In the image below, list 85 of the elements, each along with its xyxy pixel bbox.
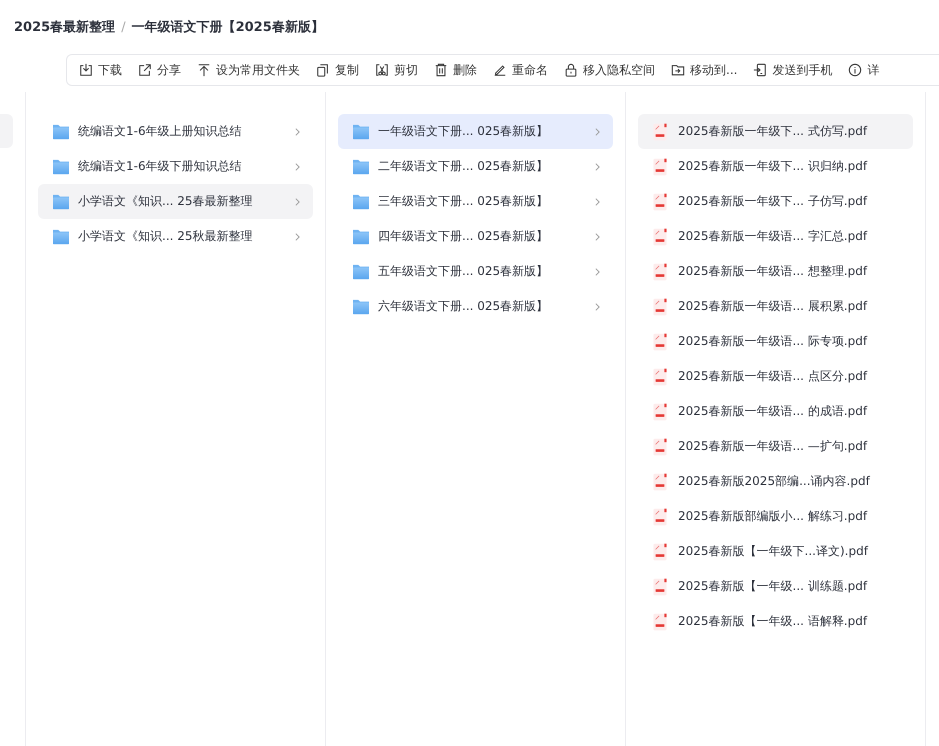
- toolbar-button[interactable]: 删除: [428, 56, 483, 84]
- file-item[interactable]: 2025春新版一年级下... 式仿写.pdf: [638, 114, 913, 149]
- lock-icon: [564, 63, 578, 77]
- cut-icon: [375, 63, 389, 77]
- file-item[interactable]: 2025春新版【一年级下...译文).pdf: [638, 534, 913, 569]
- file-item[interactable]: 2025春新版【一年级... 训练题.pdf: [638, 569, 913, 604]
- folder-item[interactable]: 统编语文1-6年级上册知识总结: [38, 114, 313, 149]
- chevron-right-icon: [594, 162, 601, 172]
- file-item[interactable]: 2025春新版一年级语... 际专项.pdf: [638, 324, 913, 359]
- chevron-right-icon: [594, 196, 601, 206]
- folder-item[interactable]: 小学语文《知识... 25春最新整理: [38, 184, 313, 219]
- folder-item[interactable]: 一年级语文下册... 025春新版】: [338, 114, 613, 149]
- chevron-right-icon: [594, 302, 601, 312]
- folder-icon: [52, 194, 70, 210]
- chevron-right-icon: [294, 232, 301, 242]
- breadcrumb-separator: /: [121, 20, 126, 34]
- pdf-file-icon: [653, 402, 667, 420]
- folder-item[interactable]: 六年级语文下册... 025春新版】: [338, 289, 613, 324]
- pdf-file-icon: [653, 332, 667, 350]
- chevron-right-icon: [294, 162, 301, 172]
- folder-icon: [352, 124, 370, 140]
- toolbar-button[interactable]: 设为常用文件夹: [191, 56, 306, 84]
- folder-icon: [52, 158, 70, 174]
- pdf-file-icon: [653, 368, 667, 386]
- info-icon: [848, 63, 862, 77]
- pdf-file-icon: [653, 228, 667, 246]
- send-icon: [753, 63, 768, 77]
- file-item[interactable]: 2025春新版一年级语... 字汇总.pdf: [638, 219, 913, 254]
- pdf-file-icon: [653, 578, 667, 596]
- folder-icon: [52, 124, 70, 140]
- pdf-file-icon: [653, 472, 667, 490]
- toolbar-button[interactable]: 移入隐私空间: [558, 56, 661, 84]
- chevron-right-icon: [294, 126, 301, 136]
- rename-icon: [493, 63, 507, 77]
- folder-item[interactable]: 三年级语文下册... 025春新版】: [338, 184, 613, 219]
- chevron-right-icon: [594, 266, 601, 276]
- folder-icon: [352, 194, 370, 210]
- toolbar-button[interactable]: 剪切: [369, 56, 424, 84]
- toolbar-button[interactable]: 发送到手机: [747, 56, 838, 84]
- move-icon: [671, 63, 685, 77]
- file-item[interactable]: 2025春新版一年级语... —扩句.pdf: [638, 429, 913, 464]
- breadcrumb-item[interactable]: 2025春最新整理: [14, 18, 116, 36]
- copy-icon: [316, 63, 330, 77]
- toolbar-button[interactable]: 重命名: [487, 56, 554, 84]
- file-item[interactable]: 2025春新版部编版小... 解练习.pdf: [638, 499, 913, 534]
- file-item[interactable]: 2025春新版2025部编...诵内容.pdf: [638, 464, 913, 499]
- chevron-right-icon: [294, 196, 301, 206]
- pdf-file-icon: [653, 508, 667, 526]
- breadcrumb-item[interactable]: 一年级语文下册【2025春新版】: [132, 18, 324, 36]
- pdf-file-icon: [653, 298, 667, 316]
- folder-item[interactable]: 五年级语文下册... 025春新版】: [338, 254, 613, 289]
- folder-icon: [352, 298, 370, 314]
- file-item[interactable]: 2025春新版一年级下... 识归纳.pdf: [638, 149, 913, 184]
- chevron-right-icon: [594, 126, 601, 136]
- file-item[interactable]: 2025春新版一年级下... 子仿写.pdf: [638, 184, 913, 219]
- toolbar-button[interactable]: 移动到...: [665, 56, 744, 84]
- folder-icon: [352, 158, 370, 174]
- toolbar-button[interactable]: 下载: [73, 56, 128, 84]
- delete-icon: [434, 63, 448, 77]
- file-item[interactable]: 2025春新版一年级语... 展积累.pdf: [638, 289, 913, 324]
- pin-icon: [197, 63, 211, 77]
- toolbar-button[interactable]: 分享: [132, 56, 187, 84]
- file-item[interactable]: 2025春新版【一年级... 语解释.pdf: [638, 604, 913, 639]
- pdf-file-icon: [653, 122, 667, 140]
- file-item[interactable]: 2025春新版一年级语... 点区分.pdf: [638, 359, 913, 394]
- file-item[interactable]: 2025春新版一年级语... 想整理.pdf: [638, 254, 913, 289]
- pdf-file-icon: [653, 438, 667, 456]
- pdf-file-icon: [653, 262, 667, 280]
- folder-icon: [52, 228, 70, 244]
- pdf-file-icon: [653, 192, 667, 210]
- folder-item[interactable]: 四年级语文下册... 025春新版】: [338, 219, 613, 254]
- pdf-file-icon: [653, 542, 667, 560]
- pdf-file-icon: [653, 158, 667, 176]
- toolbar-button[interactable]: 详: [842, 56, 886, 84]
- chevron-right-icon: [594, 232, 601, 242]
- folder-icon: [352, 264, 370, 280]
- file-item[interactable]: 2025春新版一年级语... 的成语.pdf: [638, 394, 913, 429]
- share-icon: [138, 63, 152, 77]
- download-icon: [79, 63, 93, 77]
- folder-item[interactable]: 小学语文《知识... 25秋最新整理: [38, 219, 313, 254]
- toolbar-button[interactable]: 复制: [310, 56, 365, 84]
- pdf-file-icon: [653, 612, 667, 630]
- folder-icon: [352, 228, 370, 244]
- folder-item[interactable]: 二年级语文下册... 025春新版】: [338, 149, 613, 184]
- folder-item[interactable]: 统编语文1-6年级下册知识总结: [38, 149, 313, 184]
